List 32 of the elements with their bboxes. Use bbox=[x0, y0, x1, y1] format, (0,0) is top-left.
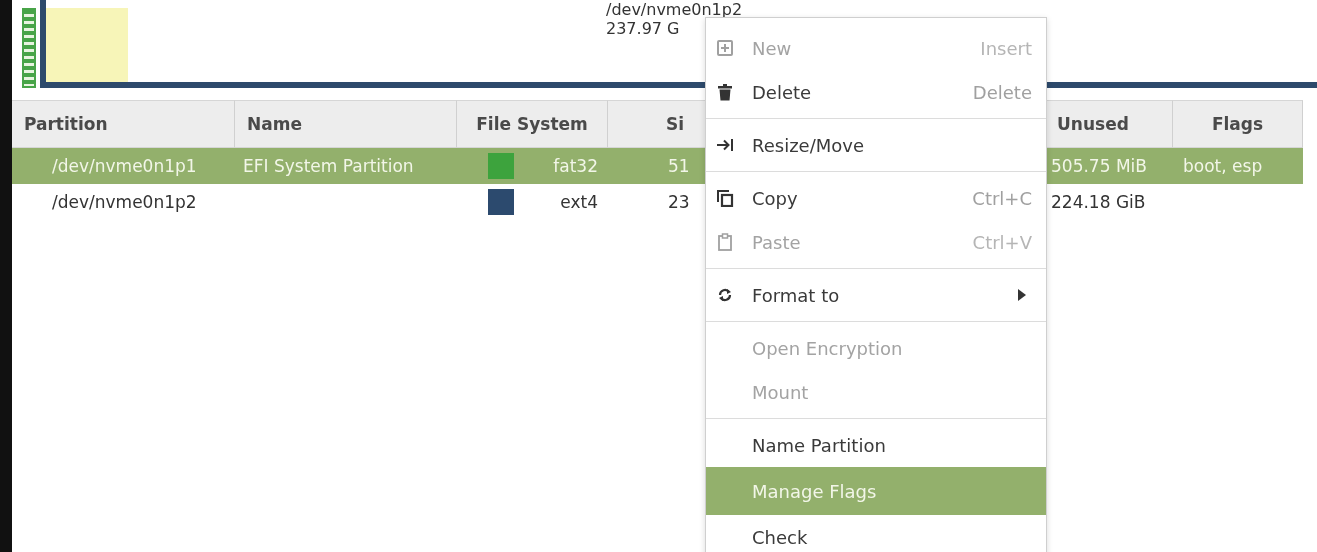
menu-item[interactable]: Resize/Move bbox=[706, 123, 1046, 167]
column-header[interactable]: Name bbox=[235, 100, 457, 148]
table-cell: 23 bbox=[668, 192, 690, 212]
column-header[interactable]: File System bbox=[457, 100, 608, 148]
plus-square-icon bbox=[716, 39, 734, 57]
table-cell: 224.18 GiB bbox=[1051, 192, 1146, 212]
partition-label: /dev/nvme0n1p2 bbox=[606, 0, 743, 19]
trash-icon bbox=[716, 83, 734, 101]
copy-icon bbox=[716, 189, 734, 207]
table-cell: /dev/nvme0n1p1 bbox=[52, 156, 197, 176]
table-cell: 51 bbox=[668, 156, 690, 176]
table-cell: 505.75 MiB bbox=[1051, 156, 1147, 176]
column-header[interactable]: Partition bbox=[12, 100, 235, 148]
menu-item[interactable]: Check bbox=[706, 515, 1046, 552]
arrow-to-bar-icon bbox=[716, 136, 734, 154]
menu-item[interactable]: Copy Ctrl+C bbox=[706, 176, 1046, 220]
table-cell: boot, esp bbox=[1183, 156, 1263, 176]
partition-label: 237.97 G bbox=[606, 19, 681, 38]
table-cell: /dev/nvme0n1p2 bbox=[52, 192, 197, 212]
column-header[interactable]: Flags bbox=[1173, 100, 1303, 148]
clipboard-icon bbox=[716, 233, 734, 251]
table-cell: EFI System Partition bbox=[243, 156, 414, 176]
table-cell-text: ext4 bbox=[560, 192, 599, 212]
shortcut-label: Insert bbox=[980, 37, 1032, 59]
partition-segment[interactable] bbox=[22, 8, 36, 88]
table-cell-text: fat32 bbox=[553, 156, 599, 176]
menu-item[interactable]: Format to bbox=[706, 273, 1046, 317]
column-header[interactable]: Unused bbox=[1045, 100, 1173, 148]
refresh-icon bbox=[716, 286, 734, 304]
menu-item[interactable]: Name Partition bbox=[706, 423, 1046, 467]
shortcut-label: Ctrl+V bbox=[972, 231, 1032, 253]
shortcut-label: Ctrl+C bbox=[972, 187, 1032, 209]
